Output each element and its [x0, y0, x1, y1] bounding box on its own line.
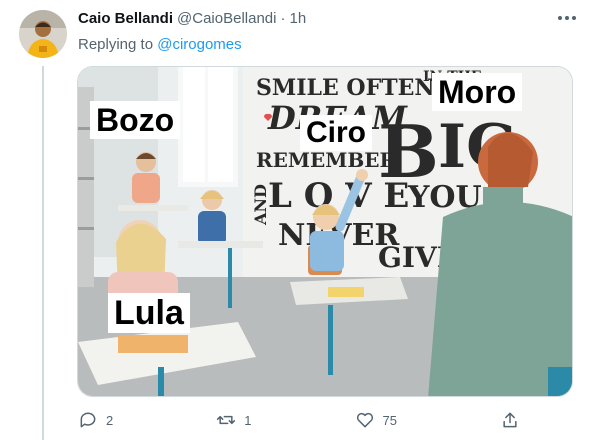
meme-label-moro: Moro: [432, 73, 523, 111]
tweet-image[interactable]: SMILE OFTEN IN THE DREAM B IG REMEMBER Y…: [77, 66, 573, 397]
retweet-button[interactable]: 1: [216, 410, 251, 430]
display-name[interactable]: Caio Bellandi: [78, 10, 173, 27]
more-options-icon[interactable]: [552, 6, 582, 30]
separator-dot: ·: [280, 10, 286, 27]
tweet-header: Caio Bellandi @CaioBellandi · 1h: [78, 10, 560, 27]
replying-to-label: Replying to: [78, 36, 158, 53]
share-icon: [503, 412, 517, 428]
reply-icon: [80, 412, 96, 428]
reply-count: 2: [106, 412, 114, 428]
tweet-actions: 2 1 75: [78, 408, 520, 432]
meme-label-lula: Lula: [108, 293, 190, 333]
share-button[interactable]: [500, 410, 520, 430]
like-button[interactable]: 75: [355, 410, 397, 430]
meme-label-bozo: Bozo: [90, 101, 181, 139]
svg-text:L O V E: L O V E: [268, 176, 409, 216]
retweet-icon: [217, 415, 236, 425]
replying-to: Replying to @cirogomes: [78, 36, 242, 53]
reply-button[interactable]: 2: [78, 410, 113, 430]
svg-text:REMEMBER: REMEMBER: [256, 148, 397, 172]
replying-to-link[interactable]: @cirogomes: [157, 36, 241, 53]
avatar[interactable]: [19, 10, 67, 58]
retweet-count: 1: [244, 412, 252, 428]
svg-text:AND: AND: [251, 184, 270, 226]
like-count: 75: [382, 412, 397, 428]
heart-icon: [356, 412, 373, 428]
tweet-time[interactable]: 1h: [289, 10, 306, 27]
user-handle[interactable]: @CaioBellandi: [177, 10, 276, 27]
thread-line: [42, 66, 44, 440]
meme-label-ciro: Ciro: [300, 115, 372, 151]
svg-text:SMILE OFTEN: SMILE OFTEN: [256, 75, 434, 101]
